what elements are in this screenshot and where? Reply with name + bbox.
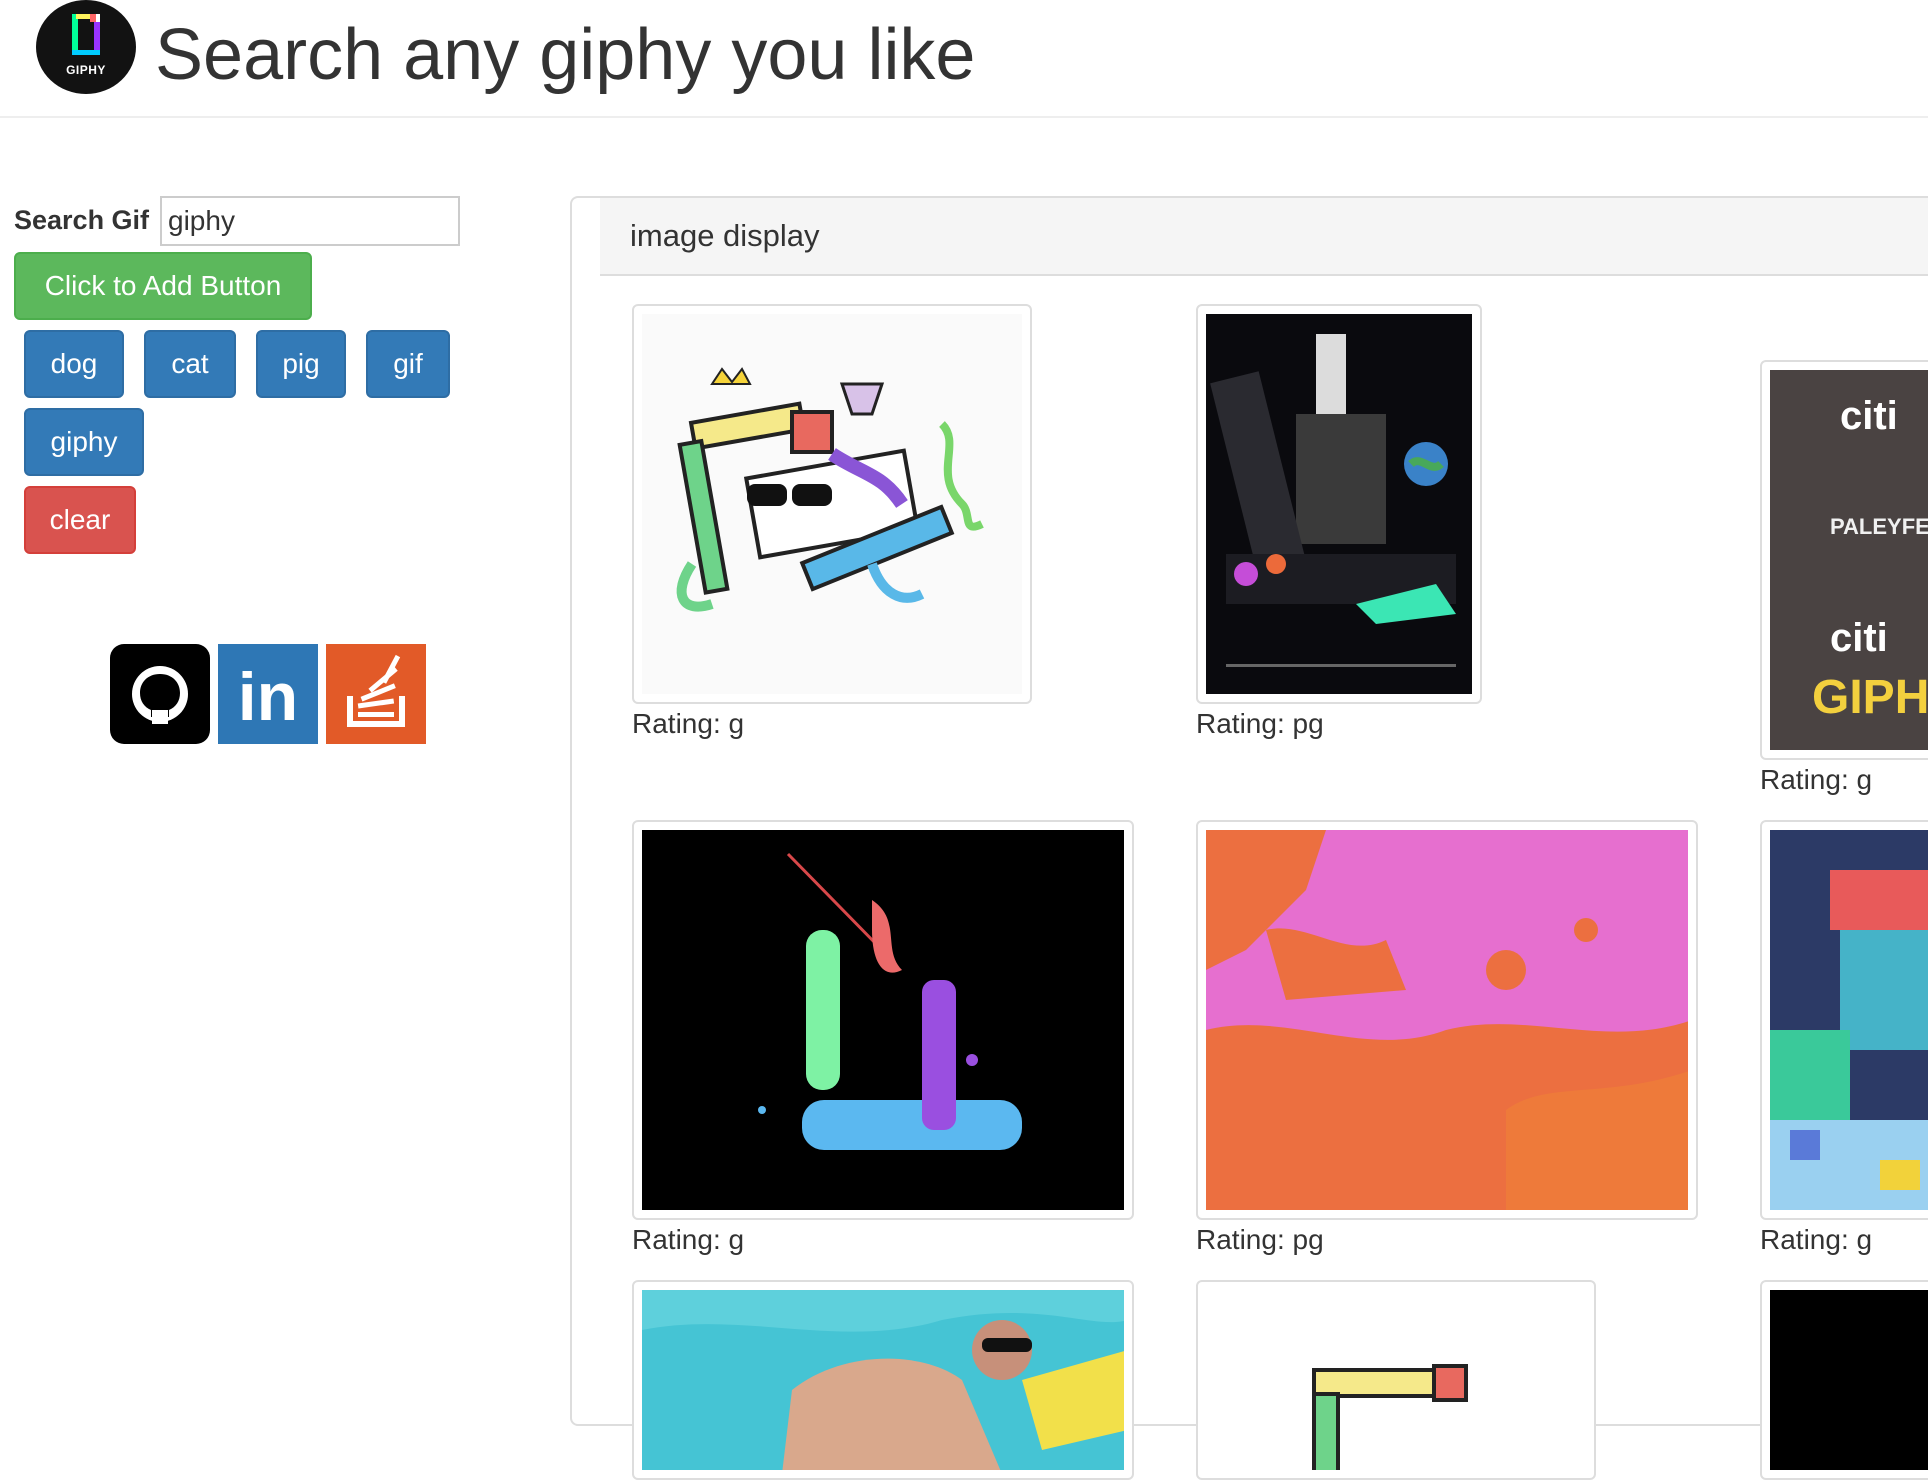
gif-overlay-text: PALEYFEST [1830,514,1928,539]
topic-button-cat[interactable]: cat [144,330,236,398]
panel-heading: image display [600,198,1928,276]
panel-title: image display [630,218,820,253]
gif-rating: Rating: g [1760,764,1873,795]
gif-rating: Rating: pg [1196,1224,1324,1255]
gif-image [1206,1290,1586,1470]
linkedin-icon-text: in [238,659,298,735]
topic-button-pig[interactable]: pig [256,330,346,398]
stackoverflow-icon [326,644,426,744]
gif-image [642,1290,1124,1470]
gif-overlay-text: citi [1830,616,1888,660]
topic-button-giphy[interactable]: giphy [24,408,144,476]
gif-overlay-text: citi [1840,394,1898,438]
gif-overlay-text: GIPHY [1812,671,1928,724]
search-label: Search Gif [14,205,150,235]
gif-rating: Rating: pg [1196,708,1324,739]
gif-image [642,314,1022,694]
topic-button-gif[interactable]: gif [366,330,450,398]
gif-thumbnail[interactable] [632,1280,1134,1480]
gif-rating: Rating: g [632,708,745,739]
gif-image [1770,1290,1928,1470]
search-input[interactable] [160,196,460,246]
linkedin-link[interactable]: in [218,644,318,744]
gif-thumbnail[interactable] [632,304,1032,704]
gif-thumbnail[interactable] [1196,304,1482,704]
github-icon [110,644,210,744]
linkedin-icon: in [218,644,318,744]
giphy-logo-icon [72,14,100,55]
gif-image [642,830,1124,1210]
gif-thumbnail[interactable] [632,820,1134,1220]
stackoverflow-link[interactable] [326,644,426,744]
gif-image [1770,830,1928,1210]
gif-thumbnail[interactable]: citi PALEYFEST citi GIPHY [1760,360,1928,760]
add-button[interactable]: Click to Add Button [14,252,312,320]
giphy-logo: GIPHY [36,0,136,94]
gif-rating: Rating: g [632,1224,745,1255]
page-header: GIPHY Search any giphy you like [0,0,1928,118]
topic-button-dog[interactable]: dog [24,330,124,398]
gif-image [1206,314,1472,694]
gif-thumbnail[interactable] [1196,1280,1596,1480]
gif-thumbnail[interactable] [1196,820,1698,1220]
page-title: Search any giphy you like [155,15,976,95]
gif-image: citi PALEYFEST citi GIPHY [1770,370,1928,750]
gif-rating: Rating: g [1760,1224,1873,1255]
logo-text: GIPHY [66,63,106,77]
gif-image [1206,830,1688,1210]
clear-button[interactable]: clear [24,486,136,554]
gif-thumbnail[interactable] [1760,1280,1928,1480]
gif-thumbnail[interactable] [1760,820,1928,1220]
github-link[interactable] [110,644,210,744]
